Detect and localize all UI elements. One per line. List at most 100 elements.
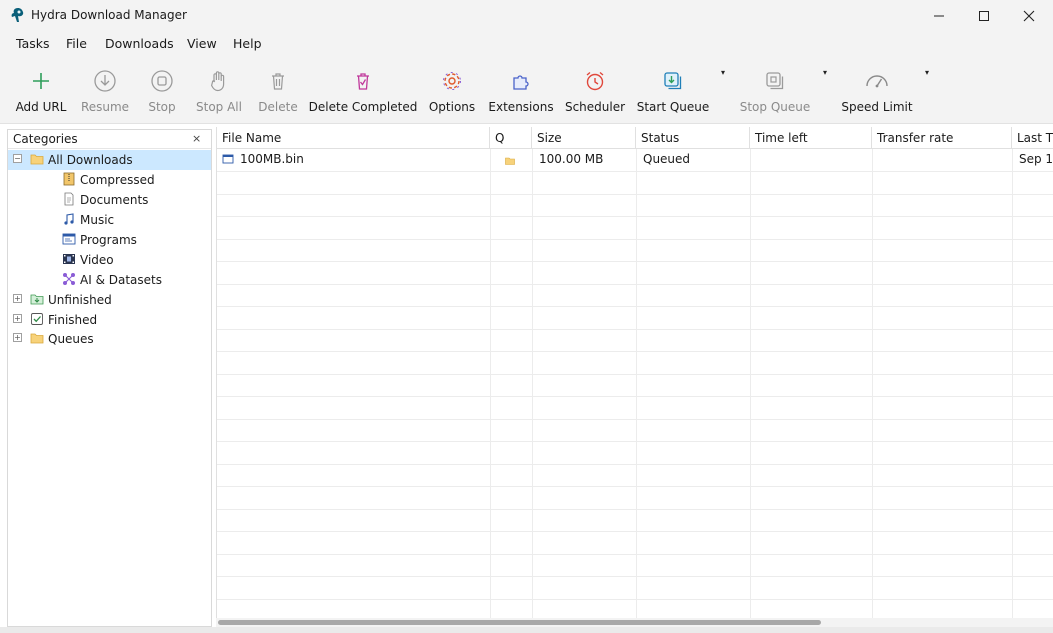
tree-label: Documents	[80, 193, 149, 207]
row-separator	[217, 599, 1053, 600]
folder-icon	[30, 333, 44, 344]
close-icon	[1023, 10, 1035, 21]
stop-all-button[interactable]: Stop All	[194, 56, 244, 122]
start-queue-dropdown[interactable]: ▾	[721, 68, 725, 77]
column-header-queue[interactable]: Q	[490, 127, 532, 149]
extensions-button[interactable]: Extensions	[488, 56, 554, 122]
row-separator	[217, 171, 1053, 172]
tree-item-unfinished[interactable]: + Unfinished	[8, 290, 211, 310]
downloads-table: File Name Q Size Status Time left Transf…	[216, 127, 1053, 628]
resume-label: Resume	[80, 100, 130, 114]
add-url-button[interactable]: Add URL	[10, 56, 72, 122]
hand-icon	[210, 71, 225, 92]
column-separator	[532, 149, 533, 628]
window-title: Hydra Download Manager	[31, 8, 187, 22]
alarm-clock-icon	[586, 71, 604, 91]
window-bottom-edge	[0, 627, 1053, 633]
row-separator	[217, 261, 1053, 262]
trash-check-icon	[357, 73, 369, 90]
column-header-last-try[interactable]: Last T	[1012, 127, 1053, 149]
stop-queue-button[interactable]: Stop Queue	[740, 56, 810, 122]
tree-item-documents[interactable]: Documents	[8, 190, 211, 210]
stop-label: Stop	[148, 100, 176, 114]
horizontal-scrollbar[interactable]	[216, 618, 1053, 627]
title-bar: Hydra Download Manager	[0, 0, 1053, 31]
collapse-toggle[interactable]: −	[13, 154, 22, 163]
menu-view[interactable]: View	[187, 36, 217, 51]
scrollbar-thumb[interactable]	[218, 620, 821, 625]
last-try-cell: Sep 1	[1019, 152, 1053, 166]
row-separator	[217, 239, 1053, 240]
trash-icon	[272, 73, 284, 90]
menu-tasks[interactable]: Tasks	[16, 36, 50, 51]
queue-stop-icon	[766, 72, 784, 90]
tree-label: Queues	[48, 332, 94, 346]
row-separator	[217, 531, 1053, 532]
column-header-size[interactable]: Size	[532, 127, 636, 149]
expand-toggle[interactable]: +	[13, 333, 22, 342]
speed-limit-dropdown[interactable]: ▾	[925, 68, 929, 77]
tree-item-compressed[interactable]: Compressed	[8, 170, 211, 190]
stop-queue-label: Stop Queue	[739, 100, 811, 114]
start-queue-button[interactable]: Start Queue	[637, 56, 709, 122]
row-separator	[217, 284, 1053, 285]
expand-toggle[interactable]: +	[13, 314, 22, 323]
tree-item-all-downloads[interactable]: − All Downloads	[8, 150, 211, 170]
stop-circle-icon	[151, 70, 173, 92]
tree-item-music[interactable]: Music	[8, 210, 211, 230]
row-separator	[217, 396, 1053, 397]
folder-icon	[30, 154, 44, 165]
delete-completed-button[interactable]: Delete Completed	[309, 56, 417, 122]
stop-queue-dropdown[interactable]: ▾	[823, 68, 827, 77]
tree-item-programs[interactable]: Programs	[8, 230, 211, 250]
minimize-button[interactable]	[916, 0, 962, 31]
column-header-file-name[interactable]: File Name	[217, 127, 490, 149]
tree-label: Unfinished	[48, 293, 112, 307]
tree-label: Music	[80, 213, 115, 227]
column-header-time-left[interactable]: Time left	[750, 127, 872, 149]
archive-icon	[63, 172, 75, 186]
size-cell: 100.00 MB	[539, 152, 604, 166]
row-separator	[217, 576, 1053, 577]
resume-button[interactable]: Resume	[78, 56, 132, 122]
maximize-button[interactable]	[961, 0, 1007, 31]
checkbox-icon	[31, 313, 43, 325]
menu-file[interactable]: File	[66, 36, 87, 51]
gear-icon	[443, 72, 461, 90]
column-separator	[636, 149, 637, 628]
extensions-label: Extensions	[488, 100, 554, 114]
status-cell: Queued	[643, 152, 691, 166]
tree-label: All Downloads	[48, 153, 133, 167]
row-separator	[217, 554, 1053, 555]
delete-label: Delete	[258, 100, 298, 114]
speedometer-icon	[866, 75, 888, 88]
options-button[interactable]: Options	[427, 56, 477, 122]
tree-item-finished[interactable]: + Finished	[8, 310, 211, 330]
queue-download-icon	[664, 72, 682, 90]
music-note-icon	[64, 213, 74, 225]
column-header-status[interactable]: Status	[636, 127, 750, 149]
table-row[interactable]: 100MB.bin 100.00 MB Queued Sep 1	[217, 149, 1053, 171]
scheduler-button[interactable]: Scheduler	[565, 56, 625, 122]
tree-item-queues[interactable]: + Queues	[8, 329, 211, 349]
column-header-transfer-rate[interactable]: Transfer rate	[872, 127, 1012, 149]
tree-label: Video	[80, 253, 114, 267]
tree-item-video[interactable]: Video	[8, 250, 211, 270]
stop-button[interactable]: Stop	[142, 56, 182, 122]
row-separator	[217, 216, 1053, 217]
menu-help[interactable]: Help	[233, 36, 262, 51]
stop-all-label: Stop All	[196, 100, 242, 114]
delete-button[interactable]: Delete	[256, 56, 300, 122]
program-window-icon	[62, 233, 76, 245]
menu-downloads[interactable]: Downloads	[105, 36, 174, 51]
speed-limit-button[interactable]: Speed Limit	[841, 56, 913, 122]
column-separator	[1012, 149, 1013, 628]
puzzle-icon	[513, 75, 529, 90]
row-separator	[217, 441, 1053, 442]
close-categories-button[interactable]: ×	[192, 132, 201, 145]
expand-toggle[interactable]: +	[13, 294, 22, 303]
row-separator	[217, 306, 1053, 307]
tree-item-ai-datasets[interactable]: AI & Datasets	[8, 270, 211, 290]
close-button[interactable]	[1006, 0, 1052, 31]
film-icon	[63, 254, 75, 264]
